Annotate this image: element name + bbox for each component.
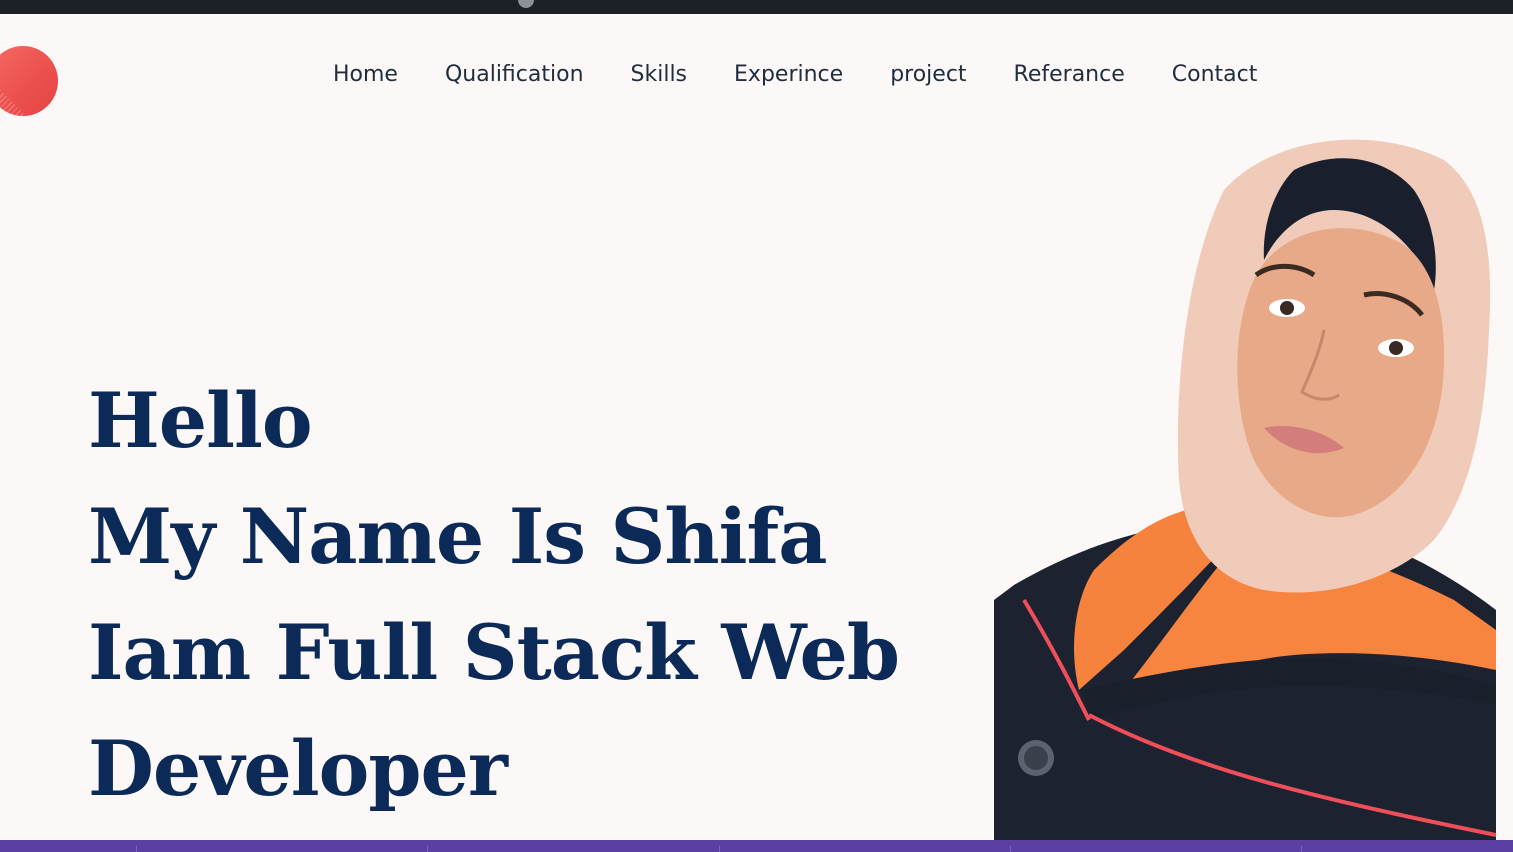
hero-line-role: Iam Full Stack Web [88,608,900,697]
hero-line-name: My Name Is Shifa [88,492,827,581]
nav-experience[interactable]: Experince [734,62,843,87]
main-navigation: Home Qualification Skills Experince proj… [333,62,1257,87]
profile-photo [994,130,1496,840]
nav-qualification[interactable]: Qualification [445,62,584,87]
toolbar-avatar-icon [518,0,534,8]
nav-contact[interactable]: Contact [1172,62,1258,87]
profile-photo-illustration [994,139,1496,840]
hero-line-hello: Hello [88,376,313,465]
red-circle-logo-icon[interactable] [0,46,58,116]
browser-toolbar-strip [0,0,1513,14]
nav-home[interactable]: Home [333,62,398,87]
hero-heading: Hello My Name Is Shifa Iam Full Stack We… [88,363,900,827]
hero-line-developer: Developer [88,724,508,813]
nav-reference[interactable]: Referance [1014,62,1125,87]
bottom-section-bar [0,840,1513,852]
nav-project[interactable]: project [890,62,966,87]
nav-skills[interactable]: Skills [631,62,688,87]
